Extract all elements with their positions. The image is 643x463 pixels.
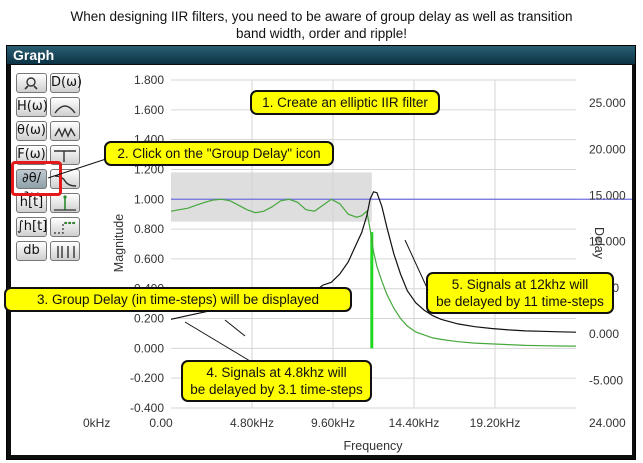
caption-line-2: band width, order and ripple!	[235, 26, 408, 41]
callout-click-icon: 2. Click on the "Group Delay" icon	[104, 141, 334, 166]
toolbar-button-label: h[t]	[19, 195, 44, 210]
callout-12khz: 5. Signals at 12khz will be delayed by 1…	[426, 272, 614, 314]
callout-click-icon-text: 2. Click on the "Group Delay" icon	[117, 146, 321, 161]
x-tick-label: 19.20kHz	[470, 416, 521, 430]
callout-group-delay-displayed-text: 3. Group Delay (in time-steps) will be d…	[36, 292, 320, 307]
toolbar-button-h[interactable]: H(ω)	[16, 97, 48, 117]
y-left-tick-label: 1.000	[134, 192, 164, 206]
window-title: Graph	[7, 46, 635, 64]
zoom-icon	[24, 77, 38, 90]
toolbar-button-ht[interactable]: h[t]	[16, 193, 47, 213]
toolbar-button-steprsp[interactable]	[50, 217, 80, 237]
x-unit-label: 0kHz	[83, 416, 110, 430]
x-tick-label: 4.80kHz	[230, 416, 274, 430]
y-left-tick-label: 1.800	[134, 73, 164, 87]
callout-12khz-line-1: 5. Signals at 12khz will	[451, 277, 589, 292]
y-left-tick-label: 0.200	[134, 312, 164, 326]
toolbar-button-integral[interactable]: ∫h[t]	[16, 217, 47, 237]
toolbar-button-label: db	[23, 243, 40, 258]
y-left-tick-label: 0.800	[134, 222, 164, 236]
y-left-tick-label: 0.000	[134, 341, 164, 355]
y-right-axis-label: Delay	[592, 227, 606, 260]
callout-group-delay-displayed: 3. Group Delay (in time-steps) will be d…	[4, 287, 352, 312]
x-tick-label: 24.000	[589, 416, 626, 430]
callout-4-8khz-line-2: be delayed by 3.1 time-steps	[190, 382, 363, 397]
y-left-tick-label: -0.400	[130, 401, 164, 415]
y-right-tick-label: 0.000	[589, 327, 619, 341]
x-tick-label: 0.00	[149, 416, 173, 430]
magnitude-curve-icon	[54, 105, 76, 114]
x-axis-label: Frequency	[343, 439, 403, 453]
callout-create-filter: 1. Create an elliptic IIR filter	[250, 90, 440, 115]
x-tick-label: 14.40kHz	[389, 416, 440, 430]
toolbar-button-bars[interactable]	[50, 241, 80, 261]
toolbar-button-label: D(ω)	[51, 75, 83, 90]
y-right-tick-label: 25.000	[589, 96, 626, 110]
impulse-icon	[54, 195, 76, 211]
toolbar-button-label: θ(ω)	[17, 123, 46, 138]
y-left-tick-label: 1.600	[134, 103, 164, 117]
callout-create-filter-text: 1. Create an elliptic IIR filter	[262, 95, 428, 110]
passband-region	[171, 172, 372, 222]
caption-line-1: When designing IIR filters, you need to …	[70, 9, 573, 24]
caption: When designing IIR filters, you need to …	[0, 8, 643, 42]
callout-4-8khz-line-1: 4. Signals at 4.8khz will	[206, 365, 347, 380]
toolbar-button-theta[interactable]: θ(ω)	[16, 121, 47, 141]
y-left-tick-label: -0.200	[130, 371, 164, 385]
step-response-icon	[54, 221, 76, 234]
group-delay-highlight	[11, 161, 62, 196]
callout-4-8khz: 4. Signals at 4.8khz will be delayed by …	[181, 360, 372, 402]
x-tick-label: 9.60kHz	[311, 416, 355, 430]
callout-12khz-line-2: be delayed by 11 time-steps	[436, 294, 604, 309]
y-right-tick-label: 15.000	[589, 188, 626, 202]
bars-icon	[57, 246, 75, 258]
toolbar-button-label: F(ω)	[17, 147, 46, 162]
toolbar-button-d[interactable]: D(ω)	[50, 73, 83, 93]
toolbar-button-zoom[interactable]	[16, 73, 47, 93]
y-right-tick-label: -5.000	[589, 373, 623, 387]
toolbar-button-phase[interactable]	[50, 121, 80, 141]
phase-wave-icon	[54, 127, 76, 138]
toolbar-button-impulse[interactable]	[50, 193, 80, 213]
y-right-tick-label: 20.000	[589, 142, 626, 156]
y-left-tick-label: 0.600	[134, 252, 164, 266]
y-left-axis-label: Magnitude	[112, 214, 126, 272]
toolbar-button-db[interactable]: db	[16, 241, 47, 261]
toolbar-button-label: ∫h[t]	[17, 219, 48, 234]
toolbar-button-label: H(ω)	[17, 99, 48, 114]
toolbar-button-mag[interactable]	[50, 97, 80, 117]
